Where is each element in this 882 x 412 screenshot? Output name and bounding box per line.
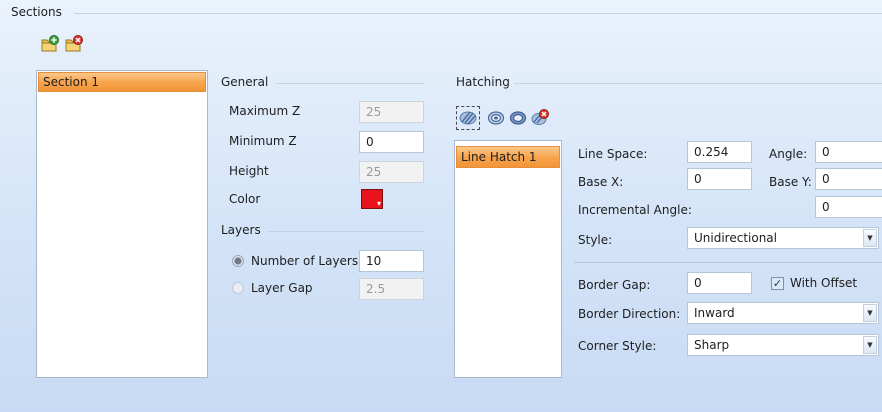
incremental-angle-field[interactable]: 0 — [815, 196, 882, 218]
with-offset-label: With Offset — [790, 276, 858, 290]
angle-field[interactable]: 0 — [815, 141, 882, 163]
height-label: Height — [229, 164, 269, 178]
number-of-layers-field[interactable]: 10 — [359, 250, 424, 272]
dropdown-arrow-icon: ▼ — [863, 336, 877, 354]
border-direction-dropdown[interactable]: Inward ▼ — [687, 302, 879, 324]
with-offset-checkbox[interactable]: ✓ — [771, 277, 784, 290]
border-gap-field[interactable]: 0 — [687, 272, 752, 294]
corner-style-label: Corner Style: — [578, 339, 657, 353]
number-of-layers-radio[interactable] — [232, 255, 244, 267]
layer-gap-label: Layer Gap — [251, 281, 313, 295]
layer-gap-field: 2.5 — [359, 278, 424, 300]
angle-label: Angle: — [769, 147, 808, 161]
minimum-z-field[interactable]: 0 — [359, 131, 424, 153]
style-dropdown[interactable]: Unidirectional ▼ — [687, 227, 879, 249]
line-space-label: Line Space: — [578, 147, 648, 161]
color-swatch-button[interactable]: ▾ — [361, 189, 383, 209]
maximum-z-field: 25 — [359, 101, 424, 123]
dropdown-arrow-icon: ▼ — [863, 229, 877, 247]
incremental-angle-label: Incremental Angle: — [578, 203, 692, 217]
layer-gap-radio[interactable] — [232, 282, 244, 294]
layers-group-title: Layers — [221, 223, 261, 237]
contour-hatch-icon[interactable] — [486, 108, 506, 128]
sections-group-title: Sections — [11, 5, 62, 19]
border-gap-label: Border Gap: — [578, 278, 651, 292]
corner-style-dropdown[interactable]: Sharp ▼ — [687, 334, 879, 356]
remove-folder-icon[interactable] — [64, 34, 84, 54]
general-group-divider — [276, 83, 424, 84]
line-space-field[interactable]: 0.254 — [687, 141, 752, 163]
base-y-label: Base Y: — [769, 175, 812, 189]
base-x-field[interactable]: 0 — [687, 168, 752, 190]
dropdown-arrow-icon: ▼ — [863, 304, 877, 322]
line-hatch-icon[interactable] — [456, 106, 480, 130]
delete-hatch-icon[interactable] — [530, 108, 550, 128]
dropdown-arrow-icon: ▾ — [376, 199, 381, 208]
base-x-label: Base X: — [578, 175, 624, 189]
height-field: 25 — [359, 161, 424, 183]
general-group-title: General — [221, 75, 269, 89]
sections-group-divider — [74, 13, 882, 14]
hatching-group-divider — [514, 83, 882, 84]
hatching-separator — [574, 262, 882, 263]
base-y-field[interactable]: 0 — [815, 168, 882, 190]
minimum-z-label: Minimum Z — [229, 134, 297, 148]
layers-group-divider — [268, 231, 424, 232]
add-folder-icon[interactable] — [40, 34, 60, 54]
border-direction-dropdown-value: Inward — [694, 306, 735, 320]
corner-style-dropdown-value: Sharp — [694, 338, 730, 352]
section-list[interactable]: Section 1 — [36, 70, 208, 378]
hatching-group-title: Hatching — [456, 75, 510, 89]
maximum-z-label: Maximum Z — [229, 104, 301, 118]
number-of-layers-label: Number of Layers — [251, 254, 359, 268]
border-direction-label: Border Direction: — [578, 307, 681, 321]
section-list-item[interactable]: Section 1 — [38, 72, 206, 92]
hatch-list-item[interactable]: Line Hatch 1 — [456, 146, 560, 168]
hatch-list[interactable]: Line Hatch 1 — [454, 140, 562, 378]
offset-hatch-icon[interactable] — [508, 108, 528, 128]
style-label: Style: — [578, 233, 613, 247]
color-label: Color — [229, 192, 261, 206]
style-dropdown-value: Unidirectional — [694, 231, 777, 245]
